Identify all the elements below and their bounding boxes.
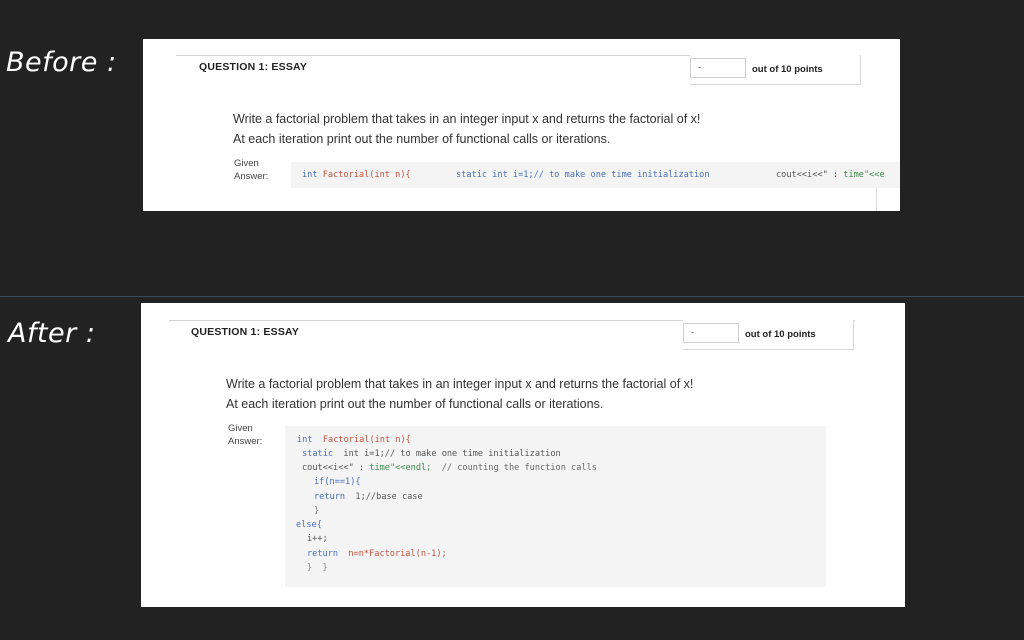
code-line-4: if(n==1){ (314, 477, 361, 487)
given-answer-code-box: int Factorial(int n){ static int i=1;// … (291, 162, 900, 188)
question-text-line-1: Write a factorial problem that takes in … (233, 112, 701, 126)
code-line-5: return 1;//base case (314, 492, 423, 502)
question-text-line-2: At each iteration print out the number o… (226, 397, 604, 411)
score-container: - out of 10 points (690, 55, 861, 85)
code-text: Factorial(int n){ (312, 435, 411, 445)
given-answer-label: Given Answer: (228, 422, 262, 448)
given-label-line-2: Answer: (234, 171, 269, 182)
given-answer-label: Given Answer: (234, 157, 268, 183)
code-line-3: cout<<i<<" : time"<<endl; // counting th… (302, 463, 597, 473)
code-text: time"<<e (843, 170, 885, 180)
code-line-9: return n=n*Factorial(n-1); (307, 549, 447, 559)
code-text: Factorial(int n){ (317, 170, 411, 180)
code-line-6: } (314, 506, 319, 516)
question-text-line-1: Write a factorial problem that takes in … (226, 377, 694, 391)
code-segment-cout: cout<<i<<" : time"<<e (776, 170, 885, 180)
code-text: n=n*Factorial(n-1); (338, 549, 447, 559)
code-line-8: i++; (307, 534, 328, 544)
code-keyword: return (307, 549, 339, 559)
score-container: - out of 10 points (683, 320, 854, 350)
score-input[interactable]: - (690, 58, 746, 78)
section-divider (0, 296, 1024, 297)
panel-edge-line (876, 188, 877, 211)
question-text-line-2: At each iteration print out the number o… (233, 132, 611, 146)
after-label: After : (8, 318, 96, 349)
given-label-line-2: Answer: (228, 436, 263, 447)
score-input[interactable]: - (683, 323, 739, 343)
code-text: static int i=1;// to make one time initi… (456, 170, 710, 180)
code-keyword: return (314, 492, 346, 502)
code-keyword: int (297, 435, 313, 445)
code-text: if(n==1){ (314, 477, 361, 487)
code-text: int i=1;// to make one time initializati… (333, 449, 561, 459)
after-screenshot-panel: QUESTION 1: ESSAY - out of 10 points Wri… (141, 303, 905, 607)
code-comment: // counting the function calls (431, 463, 597, 473)
before-screenshot-panel: QUESTION 1: ESSAY - out of 10 points Wri… (143, 39, 900, 211)
code-text: 1;//base case (345, 492, 423, 502)
code-line-1: int Factorial(int n){ (297, 435, 411, 445)
score-label: out of 10 points (752, 64, 823, 75)
code-text: cout<<i<<" : (776, 170, 844, 180)
question-title: QUESTION 1: ESSAY (199, 61, 308, 73)
given-answer-code-box: int Factorial(int n){ static int i=1;// … (285, 426, 826, 587)
code-keyword: int (302, 170, 318, 180)
code-text: } } (307, 563, 328, 573)
given-label-line-1: Given (234, 158, 259, 169)
code-keyword: else{ (296, 520, 322, 530)
code-line-2: static int i=1;// to make one time initi… (302, 449, 561, 459)
code-text: cout<<i<<" : (302, 463, 370, 473)
score-label: out of 10 points (745, 329, 816, 340)
code-segment-signature: int Factorial(int n){ (302, 170, 411, 180)
code-text: i++; (307, 534, 328, 544)
code-text: time"<<endl; (369, 463, 432, 473)
code-segment-static: static int i=1;// to make one time initi… (456, 170, 710, 180)
code-keyword: static (302, 449, 334, 459)
code-text: } (314, 506, 320, 516)
code-line-7: else{ (296, 520, 322, 530)
code-line-10: } } (307, 563, 328, 573)
given-label-line-1: Given (228, 423, 253, 434)
question-title: QUESTION 1: ESSAY (191, 326, 300, 338)
before-label: Before : (6, 47, 117, 78)
